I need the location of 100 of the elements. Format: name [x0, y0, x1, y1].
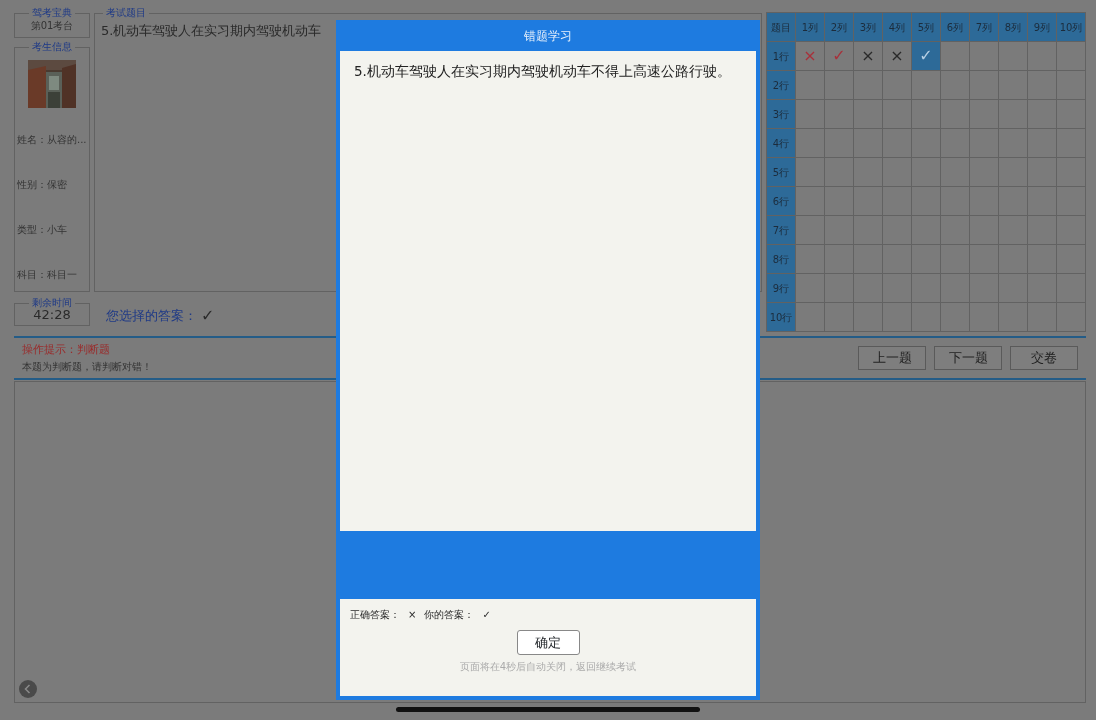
grid-cell[interactable] [825, 187, 854, 216]
grid-cell[interactable] [1057, 42, 1086, 71]
grid-cell[interactable] [999, 158, 1028, 187]
grid-cell[interactable] [1028, 71, 1057, 100]
grid-cell[interactable] [999, 100, 1028, 129]
answer-cell[interactable]: ✓ [912, 42, 941, 71]
grid-cell[interactable] [999, 129, 1028, 158]
grid-cell[interactable] [883, 303, 912, 332]
grid-cell[interactable] [796, 187, 825, 216]
grid-cell[interactable] [796, 303, 825, 332]
grid-cell[interactable] [999, 187, 1028, 216]
grid-cell[interactable] [941, 129, 970, 158]
grid-cell[interactable] [970, 274, 999, 303]
grid-cell[interactable] [883, 274, 912, 303]
grid-cell[interactable] [970, 303, 999, 332]
grid-cell[interactable] [941, 216, 970, 245]
grid-cell[interactable] [999, 303, 1028, 332]
grid-cell[interactable] [1057, 187, 1086, 216]
grid-cell[interactable] [1028, 216, 1057, 245]
grid-cell[interactable] [970, 245, 999, 274]
grid-cell[interactable] [825, 303, 854, 332]
grid-cell[interactable] [1057, 303, 1086, 332]
grid-cell[interactable] [825, 274, 854, 303]
confirm-button[interactable]: 确定 [516, 630, 580, 655]
grid-cell[interactable] [999, 216, 1028, 245]
grid-cell[interactable] [883, 129, 912, 158]
grid-cell[interactable] [999, 274, 1028, 303]
grid-cell[interactable] [970, 100, 999, 129]
grid-cell[interactable] [883, 187, 912, 216]
grid-cell[interactable] [912, 71, 941, 100]
grid-cell[interactable] [1028, 129, 1057, 158]
grid-cell[interactable] [912, 158, 941, 187]
grid-cell[interactable] [883, 158, 912, 187]
grid-cell[interactable] [1028, 274, 1057, 303]
grid-cell[interactable] [912, 274, 941, 303]
grid-cell[interactable] [796, 158, 825, 187]
grid-cell[interactable] [854, 274, 883, 303]
grid-cell[interactable] [912, 129, 941, 158]
grid-cell[interactable] [1028, 158, 1057, 187]
grid-cell[interactable] [1057, 216, 1086, 245]
grid-cell[interactable] [796, 129, 825, 158]
grid-cell[interactable] [941, 100, 970, 129]
grid-cell[interactable] [825, 216, 854, 245]
grid-cell[interactable] [999, 245, 1028, 274]
grid-cell[interactable] [970, 129, 999, 158]
grid-cell[interactable] [883, 245, 912, 274]
grid-cell[interactable] [941, 187, 970, 216]
grid-cell[interactable] [999, 42, 1028, 71]
grid-cell[interactable] [854, 158, 883, 187]
grid-cell[interactable] [912, 245, 941, 274]
grid-cell[interactable] [912, 187, 941, 216]
grid-cell[interactable] [854, 129, 883, 158]
grid-cell[interactable] [970, 71, 999, 100]
grid-cell[interactable] [941, 42, 970, 71]
grid-cell[interactable] [912, 100, 941, 129]
grid-cell[interactable] [912, 303, 941, 332]
grid-cell[interactable] [825, 129, 854, 158]
grid-cell[interactable] [941, 274, 970, 303]
grid-cell[interactable] [854, 216, 883, 245]
grid-cell[interactable] [854, 245, 883, 274]
grid-cell[interactable] [825, 245, 854, 274]
grid-cell[interactable] [825, 158, 854, 187]
grid-cell[interactable] [796, 274, 825, 303]
grid-cell[interactable] [1057, 71, 1086, 100]
grid-cell[interactable] [1028, 187, 1057, 216]
grid-cell[interactable] [796, 245, 825, 274]
grid-cell[interactable] [1057, 158, 1086, 187]
grid-cell[interactable] [970, 42, 999, 71]
grid-cell[interactable] [854, 187, 883, 216]
grid-cell[interactable] [1057, 245, 1086, 274]
grid-cell[interactable] [1028, 245, 1057, 274]
answer-cell[interactable]: × [854, 42, 883, 71]
grid-cell[interactable] [941, 71, 970, 100]
back-icon[interactable] [19, 680, 37, 698]
grid-cell[interactable] [999, 71, 1028, 100]
grid-cell[interactable] [854, 303, 883, 332]
grid-cell[interactable] [1057, 100, 1086, 129]
grid-cell[interactable] [883, 216, 912, 245]
grid-cell[interactable] [1057, 129, 1086, 158]
grid-cell[interactable] [825, 100, 854, 129]
grid-cell[interactable] [796, 100, 825, 129]
grid-cell[interactable] [1057, 274, 1086, 303]
grid-cell[interactable] [796, 216, 825, 245]
grid-cell[interactable] [854, 100, 883, 129]
grid-cell[interactable] [970, 158, 999, 187]
nav-button[interactable]: 交卷 [1010, 346, 1078, 370]
grid-cell[interactable] [854, 71, 883, 100]
grid-cell[interactable] [941, 245, 970, 274]
grid-cell[interactable] [912, 216, 941, 245]
grid-cell[interactable] [883, 71, 912, 100]
grid-cell[interactable] [1028, 100, 1057, 129]
grid-cell[interactable] [1028, 303, 1057, 332]
home-indicator[interactable] [396, 707, 700, 712]
grid-cell[interactable] [883, 100, 912, 129]
grid-cell[interactable] [1028, 42, 1057, 71]
grid-cell[interactable] [796, 71, 825, 100]
grid-cell[interactable] [941, 158, 970, 187]
grid-cell[interactable] [970, 216, 999, 245]
grid-cell[interactable] [970, 187, 999, 216]
grid-cell[interactable] [825, 71, 854, 100]
